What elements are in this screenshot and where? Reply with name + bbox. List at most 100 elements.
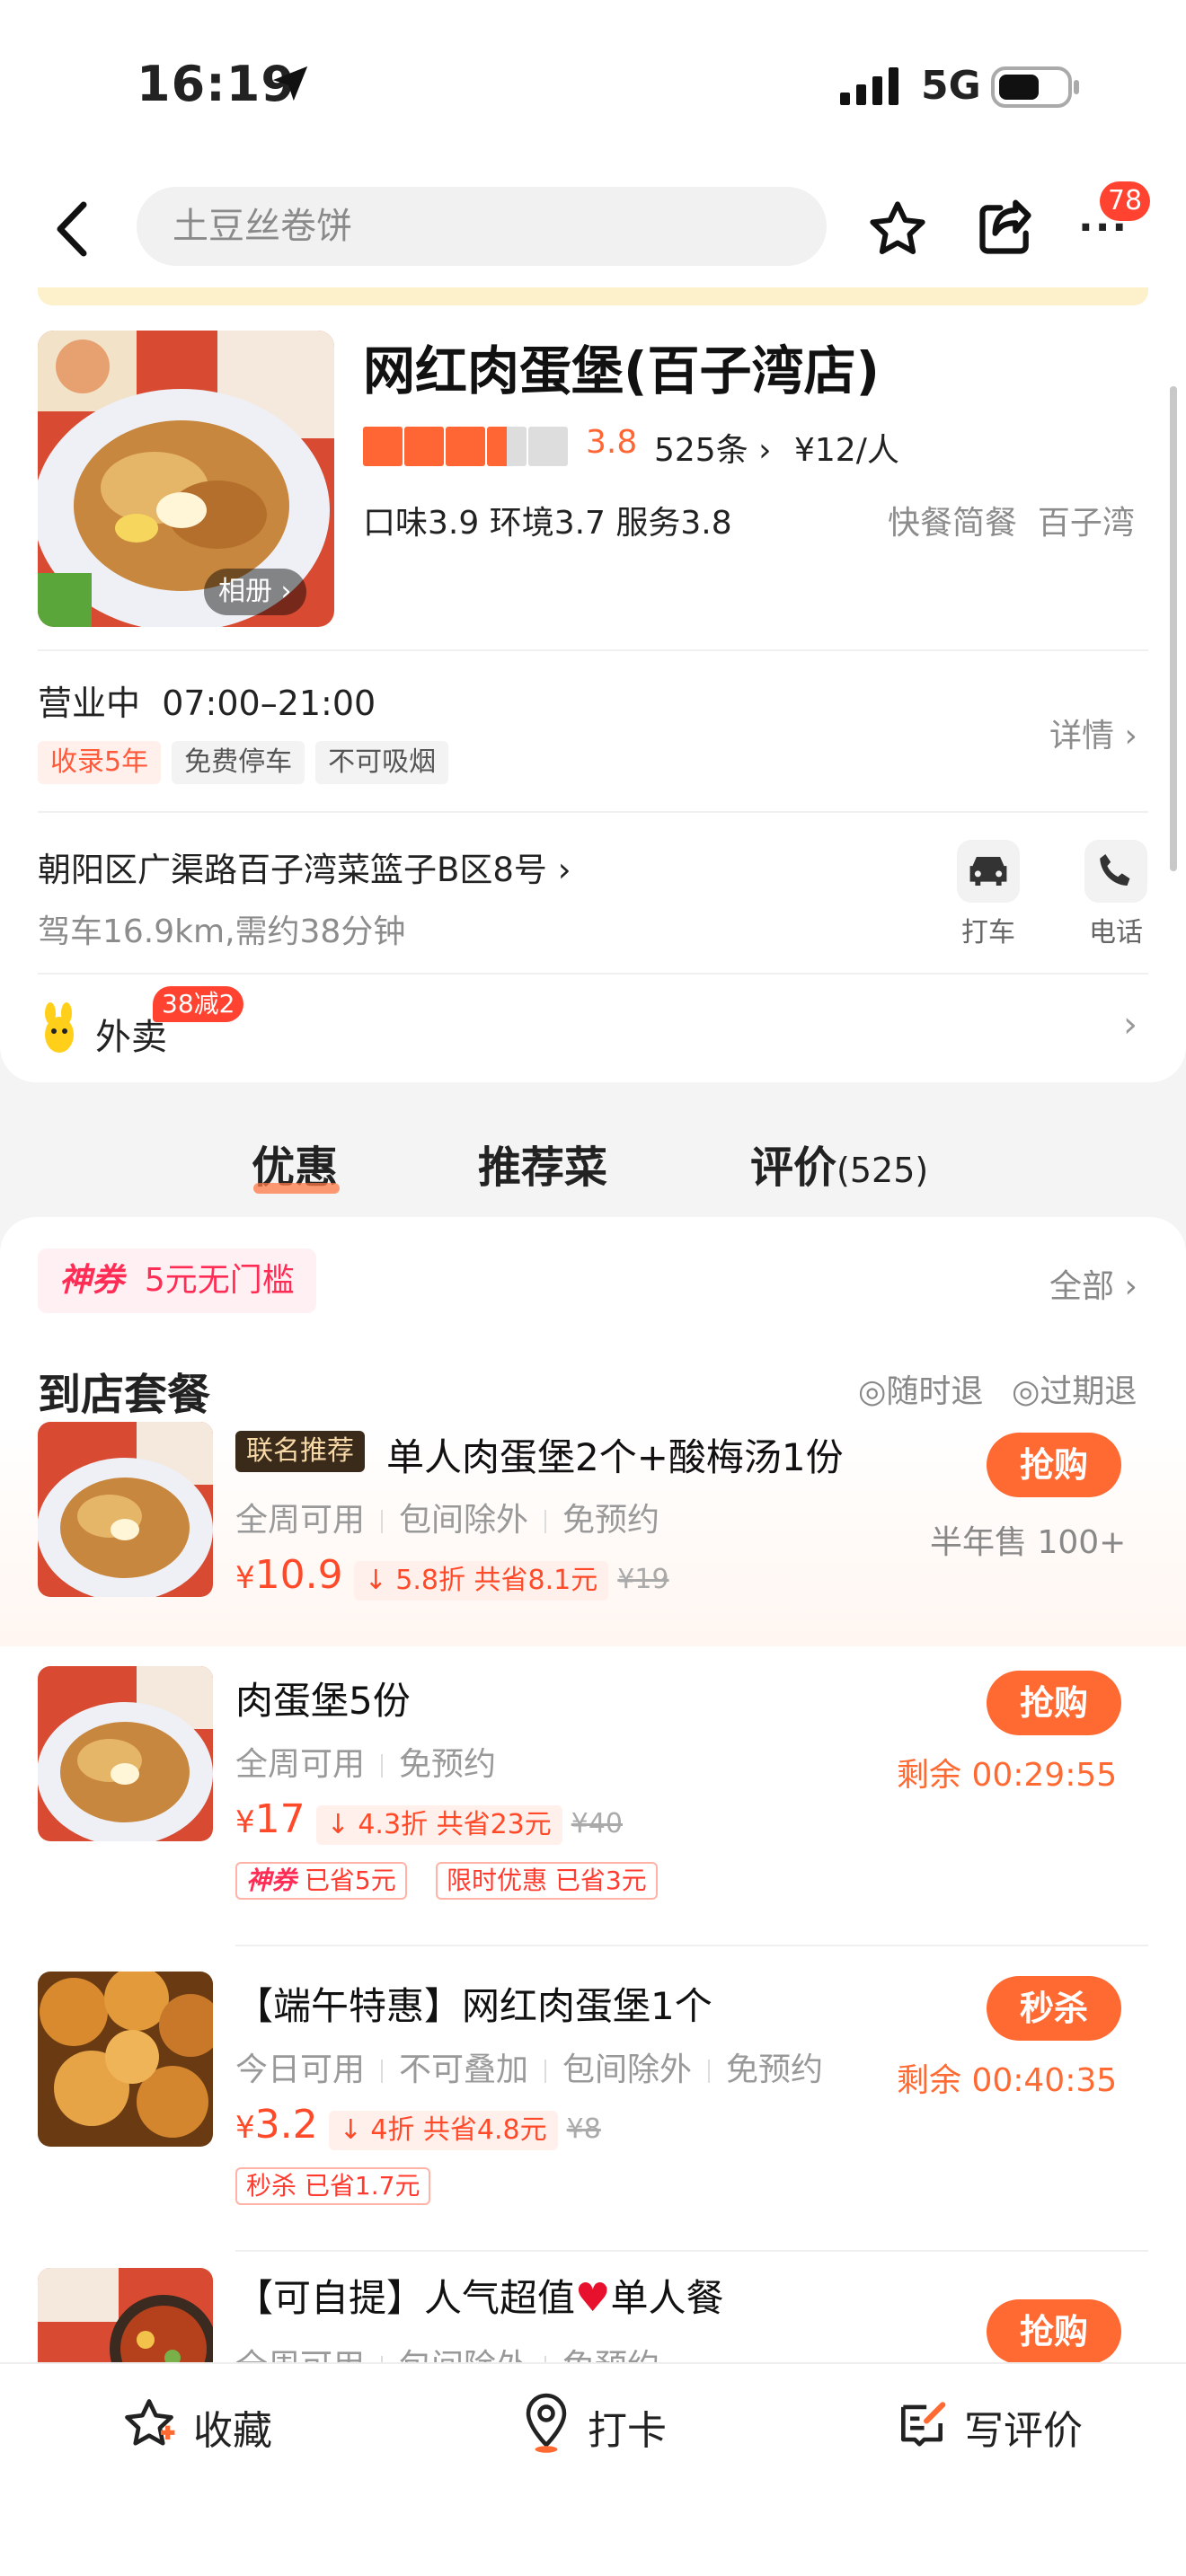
refund-expired-label: 过期退 [1040,1373,1137,1410]
tab-reviews-count: (525) [836,1151,929,1190]
taxi-button[interactable] [957,840,1020,903]
countdown: 剩余 00:29:55 [897,1757,1118,1794]
divider [38,811,1148,813]
address-link[interactable]: 朝阳区广渠路百子湾菜篮子B区8号 › [38,842,571,891]
tab-recommended[interactable]: 推荐菜 [478,1132,607,1195]
details-link[interactable]: 详情 › [1049,710,1137,756]
shop-name: 网红肉蛋堡(百子湾店) [363,340,881,401]
deal-conditions: 全周可用 包间除外 免预约 [235,1494,659,1540]
countdown: 剩余 00:40:35 [897,2062,1118,2099]
original-price: ¥8 [566,2113,601,2145]
check-circle-icon: ◎ [858,1373,887,1410]
address-text: 朝阳区广渠路百子湾菜篮子B区8号 [38,851,547,889]
tag-value: 已省1.7元 [304,2171,420,2201]
deal-price: ¥3.2 ↓ 4折 共省4.8元 ¥8 [235,2102,601,2150]
deal-image [38,2268,213,2367]
search-input[interactable]: 土豆丝卷饼 [137,187,827,266]
deal-title: 单人肉蛋堡2个+酸梅汤1份 [386,1435,844,1479]
delivery-row[interactable]: 外卖 38减2 › [38,986,1148,1076]
checkin-button[interactable]: 打卡 [519,2391,699,2463]
banner-strip [38,287,1148,305]
sub-scores: 口味3.9 环境3.7 服务3.8 [363,505,732,542]
tag-type: 秒杀 [246,2171,297,2201]
tag-value: 已省3元 [554,1866,647,1895]
tab-bar: 优惠 推荐菜 评价(525) [0,1100,1186,1217]
condition: 全周可用 [235,1502,366,1539]
condition: 包间除外 [562,2051,693,2088]
separator [381,1510,384,1533]
check-circle-icon: ◎ [1012,1373,1040,1410]
shop-tags: 收录5年 免费停车 不可吸烟 [38,741,459,784]
all-coupons-link[interactable]: 全部 › [1049,1260,1137,1307]
rating-stars [363,427,568,466]
hours-text: 07:00–21:00 [162,684,376,723]
separator [544,1510,547,1533]
tag-value: 已省5元 [304,1866,396,1895]
share-icon[interactable] [975,198,1036,259]
back-icon[interactable] [49,198,94,260]
deal-item[interactable]: 【可自提】人气超值♥单人餐 全周可用 包间除外 免预约 抢购 [0,2268,1186,2367]
buy-button[interactable]: 抢购 [987,1671,1121,1735]
buy-button[interactable]: 抢购 [987,1433,1121,1497]
deal-title-text: 【可自提】人气超值 [235,2276,576,2320]
deal-item[interactable]: 联名推荐 单人肉蛋堡2个+酸梅汤1份 全周可用 包间除外 免预约 ¥10.9 ↓ 5.… [0,1422,1186,1646]
original-price: ¥40 [571,1808,624,1839]
divider [235,2250,1148,2252]
condition: 全周可用 [235,1746,366,1783]
tag-no-smoking: 不可吸烟 [315,741,449,784]
heart-icon: ♥ [575,2275,611,2321]
shop-photo[interactable]: 相册 › [38,331,334,627]
phone-button[interactable] [1084,840,1147,903]
separator [381,1754,384,1778]
discount-chip: ↓ 5.8折 共省8.1元 [353,1560,609,1601]
chevron-right-icon: › [1123,1004,1137,1045]
favorite-button[interactable]: 收藏 [121,2391,301,2463]
tag-type: 神券 [246,1866,297,1895]
deal-item[interactable]: 【端午特惠】网红肉蛋堡1个 今日可用 不可叠加 包间除外 免预约 ¥3.2 ↓ 4折 共… [0,1972,1186,2241]
nav-bar: 土豆丝卷饼 ··· 78 [0,171,1186,287]
star-icon [404,427,444,466]
condition: 包间除外 [399,1502,529,1539]
currency: ¥ [235,1804,255,1840]
buy-button[interactable]: 抢购 [987,2299,1121,2364]
star-icon [363,427,403,466]
price-value: 10.9 [254,1552,343,1598]
condition: 不可叠加 [399,2051,529,2088]
deal-image [38,1666,213,1841]
discount-chip: ↓ 4.3折 共省23元 [315,1804,562,1845]
deal-image [38,1972,213,2147]
refund-anytime: ◎随时退 [858,1365,983,1412]
condition: 免预约 [399,1746,497,1783]
write-review-button[interactable]: 写评价 [894,2391,1110,2463]
coupon-tag: 秒杀 已省1.7元 [235,2167,431,2205]
deal-price: ¥10.9 ↓ 5.8折 共省8.1元 ¥19 [235,1552,669,1601]
coupon-text: 5元无门槛 [144,1262,295,1299]
location-pin-icon [526,2393,567,2453]
coupon-tag: 限时优惠 已省3元 [436,1862,658,1900]
sales-count: 半年售 100+ [930,1524,1127,1561]
refund-expired: ◎过期退 [1012,1365,1137,1412]
message-badge: 78 [1100,181,1150,221]
scrollbar[interactable] [1170,386,1177,871]
tag-parking: 免费停车 [172,741,305,784]
original-price: ¥19 [617,1564,669,1595]
deal-title: 肉蛋堡5份 [235,1679,411,1723]
deal-item[interactable]: 肉蛋堡5份 全周可用 免预约 ¥17 ↓ 4.3折 共省23元 ¥40 神券 已省5元… [0,1666,1186,1936]
favorite-star-icon[interactable] [864,198,931,260]
tab-reviews[interactable]: 评价(525) [750,1132,928,1195]
deal-price: ¥17 ↓ 4.3折 共省23元 ¥40 [235,1796,623,1845]
divider [38,649,1148,651]
co-brand-badge: 联名推荐 [235,1431,365,1472]
discount-text: 4.3折 共省23元 [358,1808,552,1840]
album-button[interactable]: 相册 › [204,569,306,615]
per-person-price: ¥12/人 [794,432,899,469]
flash-sale-button[interactable]: 秒杀 [987,1976,1121,2041]
edit-review-icon [901,2402,946,2447]
coupon-chip[interactable]: 神券 5元无门槛 [38,1248,316,1313]
price-value: 3.2 [254,2102,318,2148]
battery-icon [991,66,1079,108]
distance-text: 驾车16.9km,需约38分钟 [38,913,406,950]
discount-text: 5.8折 共省8.1元 [395,1564,598,1596]
favorite-label: 收藏 [193,2408,272,2454]
review-count-link[interactable]: 525条 › [654,424,772,471]
